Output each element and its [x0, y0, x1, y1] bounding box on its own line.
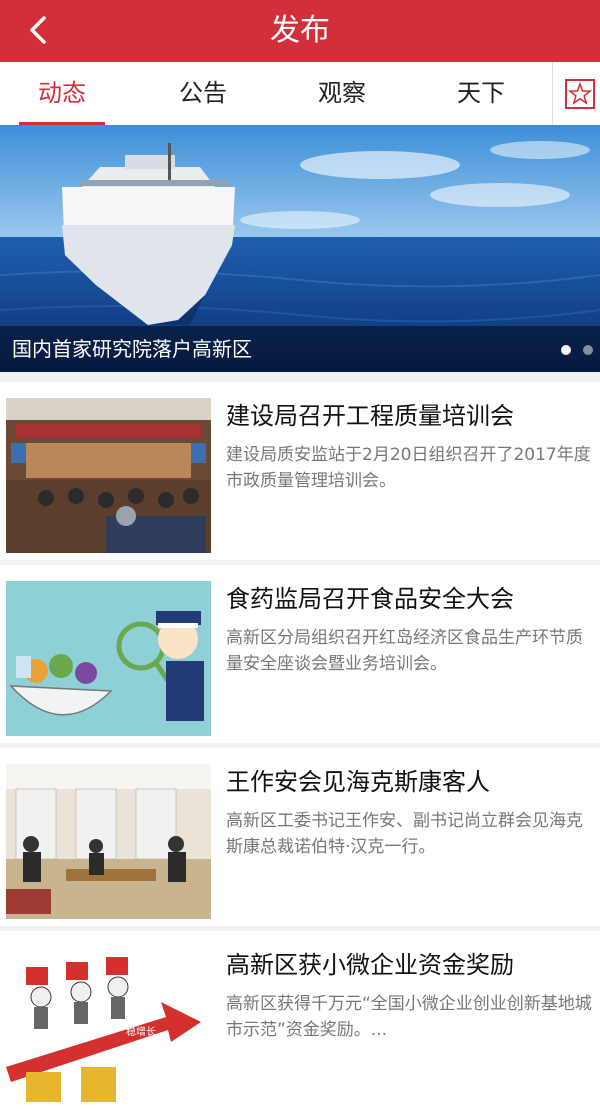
tab-label: 动态 [38, 79, 86, 107]
news-thumbnail-growth-cartoon: 稳增长 [6, 947, 211, 1102]
tab-guancha[interactable]: 观察 [297, 62, 387, 125]
carousel-dot[interactable] [583, 345, 593, 355]
star-icon[interactable] [564, 78, 596, 110]
news-title: 王作安会见海克斯康客人 [226, 768, 490, 796]
tab-label: 天下 [457, 79, 505, 107]
growth-arrow-label: 稳增长 [126, 1025, 156, 1038]
news-thumbnail-food-inspector [6, 581, 211, 736]
news-thumbnail-meeting-room [6, 764, 211, 919]
tab-gonggao[interactable]: 公告 [158, 62, 248, 125]
tab-dongtai[interactable]: 动态 [17, 62, 107, 125]
tab-label: 观察 [318, 79, 366, 107]
banner-carousel[interactable]: 国内首家研究院落户高新区 [0, 125, 600, 372]
banner-caption: 国内首家研究院落户高新区 [12, 337, 252, 361]
news-item[interactable]: 建设局召开工程质量培训会 建设局质安监站于2月20日组织召开了2017年度市政质… [0, 382, 600, 560]
news-summary: 建设局质安监站于2月20日组织召开了2017年度市政质量管理培训会。 [226, 445, 591, 491]
page-title: 发布 [270, 13, 330, 48]
news-summary: 高新区分局组织召开红岛经济区食品生产环节质量安全座谈会暨业务培训会。 [226, 628, 583, 674]
news-item[interactable]: 食药监局召开食品安全大会 高新区分局组织召开红岛经济区食品生产环节质量安全座谈会… [0, 565, 600, 743]
category-tabs: 动态 公告 观察 天下 [0, 62, 600, 125]
news-title: 建设局召开工程质量培训会 [226, 402, 514, 430]
news-summary: 高新区工委书记王作安、副书记尚立群会见海克斯康总裁诺伯特·汉克一行。 [226, 811, 583, 857]
carousel-dot-active[interactable] [561, 345, 571, 355]
tab-divider [552, 62, 553, 125]
news-item[interactable]: 稳增长 高新区获小微企业资金奖励 高新区获得千万元“全国小微企业创业创新基地城市… [0, 931, 600, 1109]
top-bar: 发布 [0, 0, 600, 62]
news-item[interactable]: 王作安会见海克斯康客人 高新区工委书记王作安、副书记尚立群会见海克斯康总裁诺伯特… [0, 748, 600, 926]
news-thumbnail-meeting-hall [6, 398, 211, 553]
tab-label: 公告 [179, 79, 227, 107]
news-summary: 高新区获得千万元“全国小微企业创业创新基地城市示范”资金奖励。... [226, 994, 592, 1040]
tab-tianxia[interactable]: 天下 [436, 62, 526, 125]
news-title: 食药监局召开食品安全大会 [226, 585, 514, 613]
news-title: 高新区获小微企业资金奖励 [226, 951, 514, 979]
